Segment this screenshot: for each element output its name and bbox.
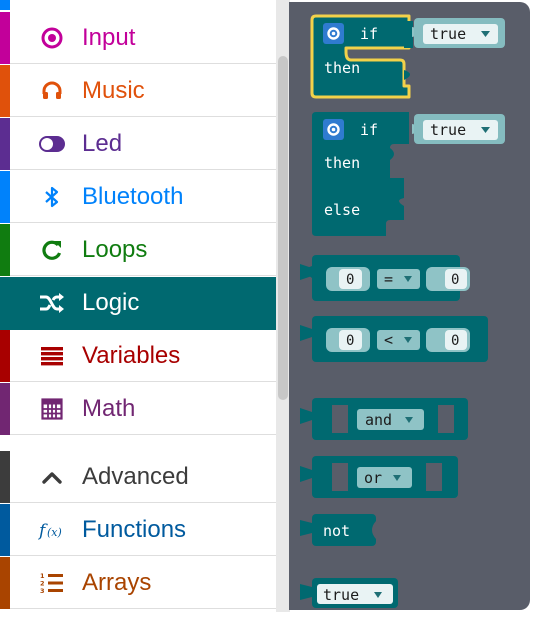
logic-not-block[interactable]: not (300, 514, 376, 546)
operator-value: < (384, 331, 393, 349)
else-keyword: else (324, 201, 360, 219)
operator-value: = (384, 270, 393, 288)
operator-value: or (364, 469, 382, 487)
not-keyword: not (323, 522, 350, 540)
number-value: 0 (451, 333, 459, 349)
number-value: 0 (346, 333, 354, 349)
then-keyword: then (324, 154, 360, 172)
number-value: 0 (346, 272, 354, 288)
if-then-block[interactable]: if then true (310, 14, 505, 99)
compare-equal-block[interactable]: 0 = 0 (300, 255, 470, 301)
logic-and-block[interactable]: and (300, 398, 468, 440)
dropdown-value: true (430, 121, 466, 139)
then-keyword: then (324, 59, 360, 77)
dropdown-value: true (430, 25, 466, 43)
if-keyword: if (360, 121, 378, 139)
flyout-blocks: if then true if then else true 0 = 0 0 <… (300, 14, 505, 608)
dropdown-value: true (323, 586, 359, 604)
if-then-else-block[interactable]: if then else true (312, 112, 505, 236)
logic-or-block[interactable]: or (300, 456, 458, 498)
boolean-true-block[interactable]: true (300, 578, 398, 608)
if-keyword: if (360, 25, 378, 43)
compare-less-than-block[interactable]: 0 < 0 (300, 316, 488, 362)
operator-value: and (365, 411, 392, 429)
number-value: 0 (451, 272, 459, 288)
